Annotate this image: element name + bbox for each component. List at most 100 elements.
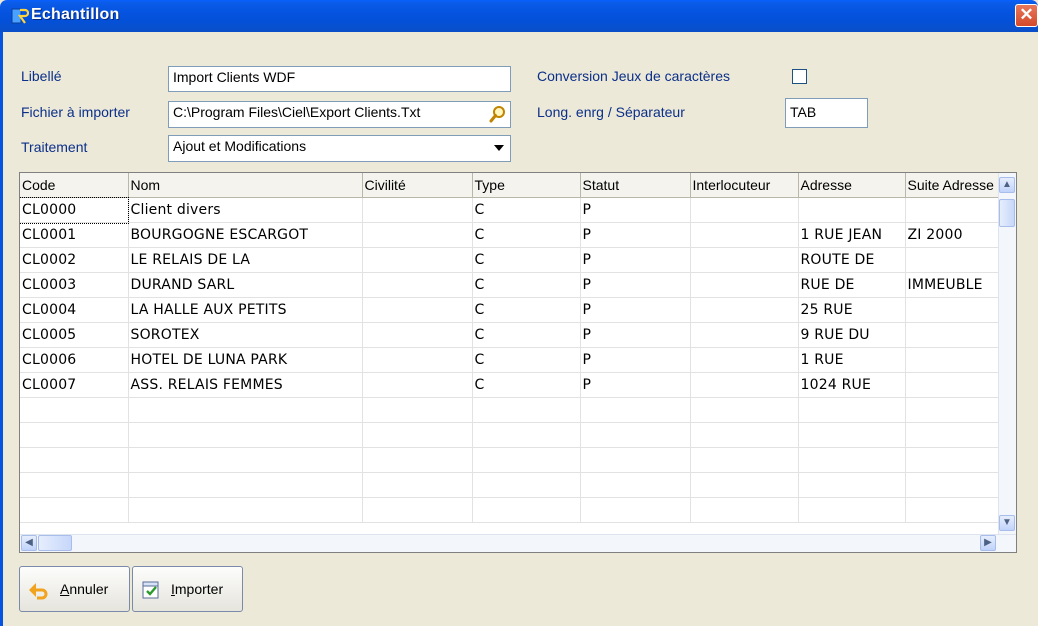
table-cell[interactable]: P: [580, 222, 691, 248]
table-row[interactable]: CL0005 SOROTEX C P 9 RUE DU: [20, 322, 1002, 348]
table-cell[interactable]: CL0005: [20, 322, 129, 348]
table-cell[interactable]: CL0001: [20, 222, 129, 248]
table-cell[interactable]: CL0003: [20, 272, 129, 298]
title-bar[interactable]: Echantillon ✕: [0, 0, 1038, 32]
table-cell[interactable]: [690, 497, 799, 523]
table-row[interactable]: [20, 422, 1002, 448]
table-cell[interactable]: [690, 397, 799, 423]
table-cell[interactable]: BOURGOGNE ESCARGOT: [128, 222, 363, 248]
column-header-civilite[interactable]: Civilité: [362, 173, 473, 198]
table-cell[interactable]: [362, 197, 473, 223]
table-row[interactable]: CL0007 ASS. RELAIS FEMMES C P 1024 RUE: [20, 372, 1002, 398]
table-cell[interactable]: 25 RUE: [798, 297, 906, 323]
table-cell[interactable]: [20, 397, 129, 423]
table-cell[interactable]: [472, 472, 581, 498]
table-cell[interactable]: [905, 447, 1002, 473]
table-cell[interactable]: [20, 472, 129, 498]
column-header-interlocuteur[interactable]: Interlocuteur: [690, 173, 799, 198]
table-cell[interactable]: [905, 197, 1002, 223]
table-cell[interactable]: [905, 247, 1002, 273]
separateur-field[interactable]: TAB: [785, 98, 868, 128]
table-cell[interactable]: [690, 422, 799, 448]
scroll-up-icon[interactable]: ▲: [999, 177, 1015, 193]
column-header-statut[interactable]: Statut: [580, 173, 691, 198]
column-header-code[interactable]: Code: [20, 173, 129, 198]
table-cell[interactable]: CL0007: [20, 372, 129, 398]
table-cell[interactable]: [362, 472, 473, 498]
importer-button[interactable]: Importer: [132, 566, 243, 612]
table-cell[interactable]: IMMEUBLE: [905, 272, 1002, 298]
table-cell[interactable]: P: [580, 297, 691, 323]
table-cell[interactable]: [362, 447, 473, 473]
table-cell[interactable]: [690, 247, 799, 273]
table-cell[interactable]: [362, 247, 473, 273]
table-cell[interactable]: [690, 197, 799, 223]
table-row[interactable]: [20, 397, 1002, 423]
table-row[interactable]: CL0001 BOURGOGNE ESCARGOT C P 1 RUE JEAN ZI 2…: [20, 222, 1002, 248]
vertical-scroll-thumb[interactable]: [999, 199, 1015, 227]
table-row[interactable]: [20, 447, 1002, 473]
table-cell[interactable]: [362, 397, 473, 423]
table-cell[interactable]: [362, 272, 473, 298]
table-cell[interactable]: [905, 322, 1002, 348]
table-cell[interactable]: [472, 497, 581, 523]
table-cell[interactable]: [798, 472, 906, 498]
libelle-field[interactable]: Import Clients WDF: [168, 66, 511, 92]
table-cell[interactable]: [362, 372, 473, 398]
table-cell[interactable]: SOROTEX: [128, 322, 363, 348]
table-cell[interactable]: DURAND SARL: [128, 272, 363, 298]
table-cell[interactable]: [472, 422, 581, 448]
table-cell[interactable]: [362, 297, 473, 323]
table-cell[interactable]: [690, 447, 799, 473]
table-cell[interactable]: LA HALLE AUX PETITS: [128, 297, 363, 323]
table-cell[interactable]: [905, 472, 1002, 498]
table-cell[interactable]: [905, 397, 1002, 423]
table-cell[interactable]: 9 RUE DU: [798, 322, 906, 348]
table-cell[interactable]: [690, 347, 799, 373]
table-cell[interactable]: LE RELAIS DE LA: [128, 247, 363, 273]
table-cell[interactable]: [905, 372, 1002, 398]
table-cell[interactable]: [362, 497, 473, 523]
table-cell[interactable]: RUE DE: [798, 272, 906, 298]
table-cell[interactable]: [580, 497, 691, 523]
table-cell[interactable]: [690, 222, 799, 248]
table-cell[interactable]: [905, 347, 1002, 373]
table-cell[interactable]: C: [472, 222, 581, 248]
table-cell[interactable]: [690, 272, 799, 298]
table-cell[interactable]: [128, 397, 363, 423]
table-cell[interactable]: [580, 422, 691, 448]
table-cell[interactable]: P: [580, 272, 691, 298]
scroll-left-icon[interactable]: ◀: [21, 535, 37, 551]
table-cell[interactable]: C: [472, 247, 581, 273]
table-cell[interactable]: C: [472, 272, 581, 298]
column-header-adresse[interactable]: Adresse: [798, 173, 906, 198]
table-cell[interactable]: [798, 197, 906, 223]
table-cell[interactable]: [580, 447, 691, 473]
table-cell[interactable]: [362, 422, 473, 448]
table-cell[interactable]: C: [472, 372, 581, 398]
table-cell[interactable]: [20, 447, 129, 473]
table-cell[interactable]: C: [472, 322, 581, 348]
table-row[interactable]: CL0002 LE RELAIS DE LA C P ROUTE DE: [20, 247, 1002, 273]
column-header-suite-adresse[interactable]: Suite Adresse: [905, 173, 1002, 198]
table-cell[interactable]: [128, 472, 363, 498]
scroll-down-icon[interactable]: ▼: [999, 515, 1015, 531]
table-cell[interactable]: P: [580, 247, 691, 273]
table-cell[interactable]: [905, 422, 1002, 448]
table-cell[interactable]: 1 RUE JEAN: [798, 222, 906, 248]
table-cell[interactable]: CL0006: [20, 347, 129, 373]
table-cell[interactable]: [580, 397, 691, 423]
vertical-scrollbar[interactable]: ▲ ▼: [998, 173, 1016, 535]
table-cell[interactable]: [690, 297, 799, 323]
table-cell[interactable]: [128, 447, 363, 473]
table-cell[interactable]: [798, 447, 906, 473]
table-cell[interactable]: [362, 322, 473, 348]
table-cell[interactable]: ZI 2000: [905, 222, 1002, 248]
fichier-field[interactable]: C:\Program Files\Ciel\Export Clients.Txt: [168, 101, 511, 128]
table-row[interactable]: CL0006 HOTEL DE LUNA PARK C P 1 RUE: [20, 347, 1002, 373]
table-cell[interactable]: [798, 497, 906, 523]
table-row[interactable]: [20, 497, 1002, 523]
table-cell[interactable]: C: [472, 197, 581, 223]
scroll-right-icon[interactable]: ▶: [980, 535, 996, 551]
table-cell[interactable]: HOTEL DE LUNA PARK: [128, 347, 363, 373]
